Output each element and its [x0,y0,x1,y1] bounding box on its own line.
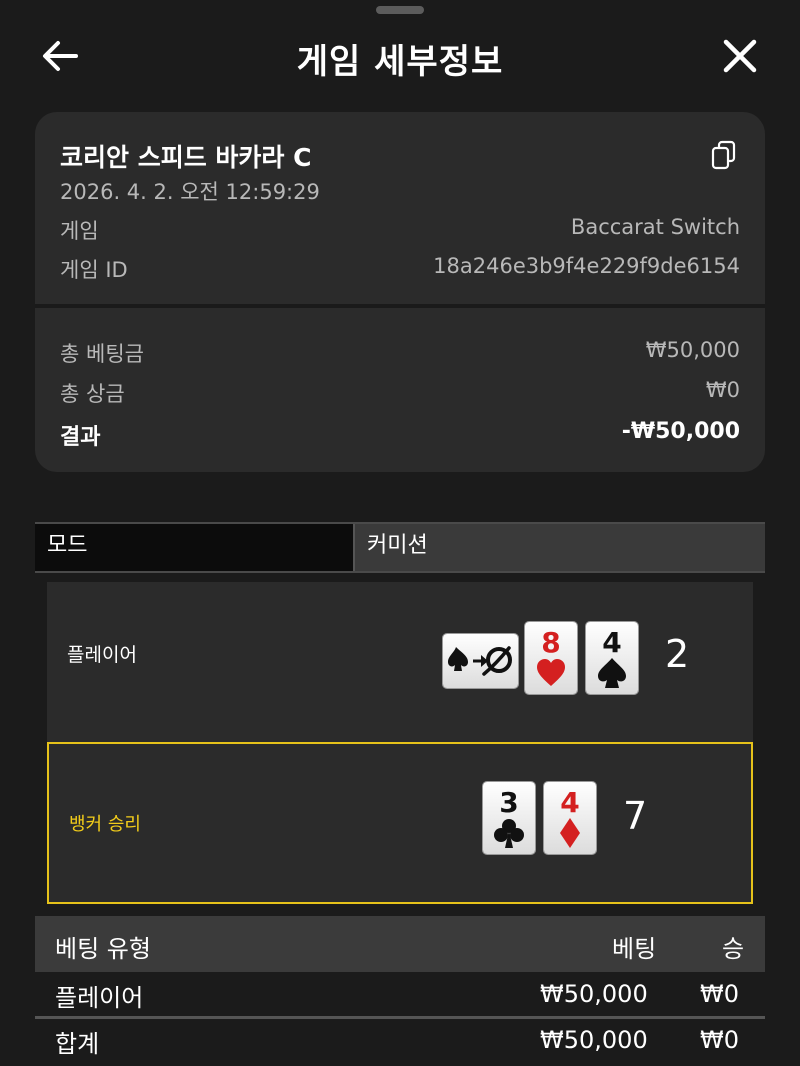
header-bet-type: 베팅 유형 [55,935,151,963]
table-name: 코리안 스피드 바카라 C [60,143,312,172]
card-rank: 4 [602,626,621,659]
game-datetime: 2026. 4. 2. 오전 12:59:29 [60,180,320,204]
win-amount-cell: ₩0 [700,980,739,1008]
tab-commission[interactable]: 커미션 [353,524,765,571]
game-value: Baccarat Switch [570,215,740,239]
player-label: 플레이어 [67,644,137,666]
total-bet-value: ₩50,000 [645,338,740,362]
total-row: 합계 ₩50,000 ₩0 [35,1022,765,1066]
heart-suit-icon [537,659,565,686]
banker-score: 7 [623,794,648,838]
playing-card-8-hearts: 8 [525,622,577,694]
bet-type-cell: 플레이어 [55,984,144,1012]
copy-icon[interactable] [711,140,737,170]
close-icon[interactable] [720,36,760,76]
tab-mode[interactable]: 모드 [35,524,353,571]
divider [35,304,765,308]
total-win-label: 총 상금 [60,382,125,406]
result-value: -₩50,000 [621,419,740,444]
switch-card-icon [443,634,518,688]
bet-amount-cell: ₩50,000 [540,980,648,1008]
player-hand: 플레이어 8 4 2 [47,582,753,740]
total-label: 합계 [55,1030,100,1058]
hand-results: 플레이어 8 4 2 뱅커 승리 3 4 7 [47,582,753,904]
card-rank: 8 [541,626,560,659]
game-id-value: 18a246e3b9f4e229f9de6154 [433,254,740,278]
header-win: 승 [722,935,745,963]
total-bet-label: 총 베팅금 [60,342,144,366]
tab-bar: 모드 커미션 [35,522,765,573]
page-title: 게임 세부정보 [296,42,504,82]
divider [35,1016,765,1019]
playing-card-4-spades: 4 [586,622,638,694]
game-label: 게임 [60,219,99,243]
banker-win-label: 뱅커 승리 [69,814,141,835]
total-bet-cell: ₩50,000 [540,1026,648,1054]
card-rank: 3 [499,786,518,819]
banker-hand: 뱅커 승리 3 4 7 [47,742,753,904]
drag-handle[interactable] [376,6,424,14]
spade-suit-icon [598,658,626,688]
header: 게임 세부정보 [0,14,800,94]
game-summary-card: 코리안 스피드 바카라 C 2026. 4. 2. 오전 12:59:29 게임… [35,112,765,472]
playing-card-4-diamonds: 4 [544,782,596,854]
table-row: 플레이어 ₩50,000 ₩0 [35,976,765,1020]
playing-card-3-clubs: 3 [483,782,535,854]
total-win-value: ₩0 [705,378,740,402]
game-id-label: 게임 ID [60,258,128,282]
bet-table-header: 베팅 유형 베팅 승 [35,916,765,972]
player-score: 2 [665,632,690,676]
result-label: 결과 [60,425,101,450]
diamond-suit-icon [560,818,580,848]
header-bet: 베팅 [612,935,657,963]
card-rank: 4 [560,786,579,819]
total-win-cell: ₩0 [700,1026,739,1054]
